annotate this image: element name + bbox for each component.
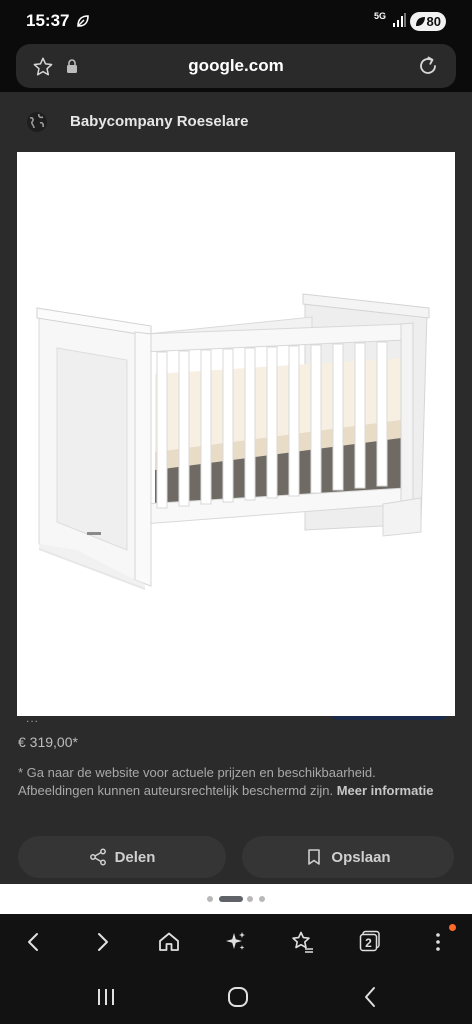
menu-icon[interactable] <box>426 930 450 954</box>
recent-apps-icon[interactable] <box>94 985 118 1009</box>
browser-toolbar: 2 <box>0 914 472 970</box>
tab-count: 2 <box>365 936 372 950</box>
status-time: 15:37 <box>26 11 70 30</box>
sparkle-icon[interactable] <box>224 930 248 954</box>
share-button[interactable]: Delen <box>18 836 226 878</box>
save-button[interactable]: Opslaan <box>242 836 454 878</box>
address-bar[interactable]: google.com <box>16 44 456 88</box>
share-icon <box>89 848 106 866</box>
product-price: € 319,00* <box>18 734 78 750</box>
more-info-link[interactable]: Meer informatie <box>337 783 434 798</box>
carousel-indicator[interactable] <box>0 884 472 914</box>
forward-icon[interactable] <box>90 930 114 954</box>
status-bar: 15:37 5G 80 <box>0 0 472 42</box>
reload-icon[interactable] <box>416 54 440 78</box>
phone-screen: 15:37 5G 80 google.com Babycompany Roese… <box>0 0 472 1024</box>
home-nav-icon[interactable] <box>226 985 250 1009</box>
site-header[interactable]: Babycompany Roeselare <box>0 92 472 152</box>
battery-icon: 80 <box>410 12 446 31</box>
bookmarks-icon[interactable] <box>291 930 315 954</box>
save-label: Opslaan <box>331 848 391 866</box>
product-image[interactable] <box>17 152 455 716</box>
globe-icon <box>27 112 47 132</box>
disclaimer-text: * Ga naar de website voor actuele prijze… <box>18 765 376 798</box>
menu-notification-badge <box>449 924 456 931</box>
url-area: google.com <box>0 42 472 92</box>
battery-leaf-icon <box>416 17 425 26</box>
carousel-dot[interactable] <box>259 896 265 902</box>
url-text[interactable]: google.com <box>16 56 456 76</box>
carousel-dot[interactable] <box>207 896 213 902</box>
crib-image <box>36 293 430 590</box>
carousel-dot[interactable] <box>247 896 253 902</box>
leaf-icon <box>77 15 89 27</box>
site-name: Babycompany Roeselare <box>70 113 249 130</box>
home-icon[interactable] <box>157 930 181 954</box>
tabs-icon[interactable]: 2 <box>359 930 381 952</box>
bookmark-icon <box>308 849 321 865</box>
battery-level: 80 <box>426 14 441 29</box>
network-label: 5G <box>374 11 387 21</box>
system-nav-bar <box>0 970 472 1024</box>
back-nav-icon[interactable] <box>359 985 383 1009</box>
price-disclaimer: * Ga naar de website voor actuele prijze… <box>18 764 448 800</box>
back-icon[interactable] <box>22 930 46 954</box>
share-label: Delen <box>114 848 156 866</box>
signal-icon <box>393 13 406 27</box>
carousel-dot-active[interactable] <box>219 896 243 902</box>
